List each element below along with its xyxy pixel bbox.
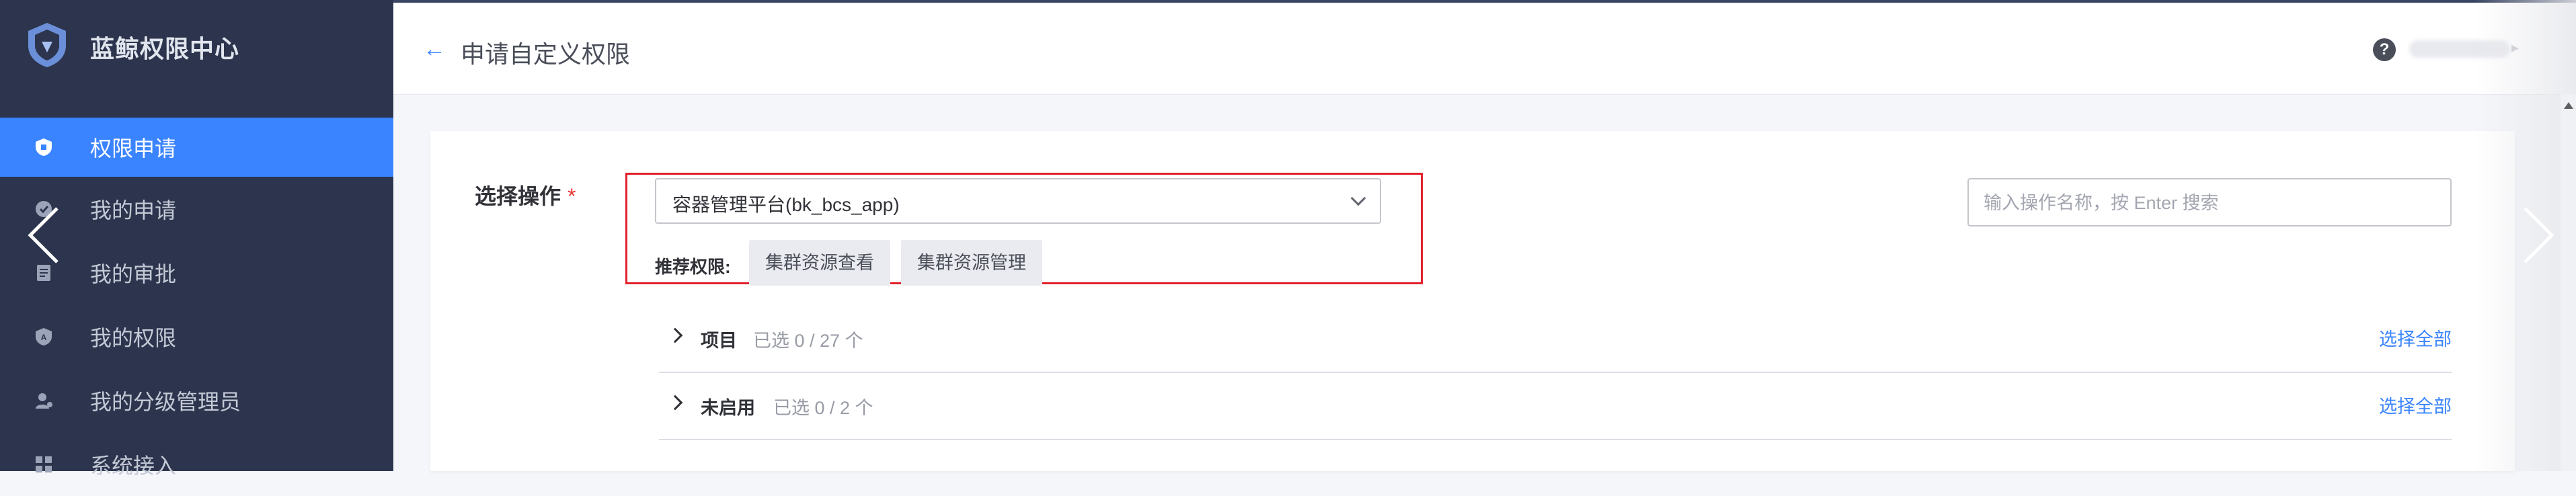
- scroll-up-icon[interactable]: [2564, 102, 2573, 109]
- chevron-right-icon[interactable]: [667, 327, 683, 343]
- operation-label: 选择操作 *: [475, 184, 576, 208]
- page-header: ← 申请自定义权限 ? ▸: [393, 3, 2576, 95]
- search-box[interactable]: [1967, 178, 2452, 226]
- back-arrow-icon[interactable]: ←: [423, 36, 446, 63]
- brand[interactable]: 蓝鲸权限中心: [0, 0, 393, 94]
- svg-text:A: A: [41, 333, 47, 342]
- group-name: 项目: [701, 331, 737, 351]
- page-title: 申请自定义权限: [461, 40, 631, 68]
- system-select-value: 容器管理平台(bk_bcs_app): [672, 194, 900, 215]
- system-select[interactable]: 容器管理平台(bk_bcs_app): [655, 178, 1381, 224]
- shield-logo-icon: [28, 23, 66, 67]
- select-all-link[interactable]: 选择全部: [2379, 392, 2452, 418]
- scrollbar[interactable]: [2561, 94, 2576, 471]
- select-all-link[interactable]: 选择全部: [2379, 325, 2452, 351]
- sidebar-item-my-permission[interactable]: A 我的权限: [0, 304, 393, 368]
- sidebar-item-apply[interactable]: 权限申请: [0, 118, 393, 177]
- sidebar-item-label: 权限申请: [90, 136, 177, 161]
- action-group[interactable]: 项目 已选 0 / 27 个 选择全部: [659, 308, 2452, 373]
- carousel-next-icon[interactable]: [2515, 202, 2562, 269]
- app-title: 蓝鲸权限中心: [90, 35, 240, 63]
- group-name: 未启用: [701, 398, 755, 418]
- sidebar-item-label: 我的申请: [90, 198, 177, 222]
- recommend-tag[interactable]: 集群资源查看: [749, 240, 890, 286]
- system-access-icon: [32, 453, 55, 476]
- my-permission-icon: A: [32, 325, 55, 348]
- recommend-label: 推荐权限:: [655, 257, 731, 277]
- sidebar-item-label: 系统接入: [90, 453, 177, 478]
- help-icon[interactable]: ?: [2373, 38, 2396, 61]
- recommend-tag[interactable]: 集群资源管理: [901, 240, 1042, 286]
- carousel-prev-icon[interactable]: [20, 202, 67, 269]
- required-mark: *: [568, 184, 576, 208]
- group-count: 已选 0 / 2 个: [773, 398, 873, 418]
- apply-form-card: 选择操作 * 容器管理平台(bk_bcs_app) 推荐权限: 集群资源查看 集群…: [430, 131, 2515, 471]
- grade-admin-icon: [32, 389, 55, 412]
- sidebar-item-label: 我的分级管理员: [90, 389, 241, 414]
- search-input[interactable]: [1982, 189, 2429, 217]
- sidebar-item-label: 我的权限: [90, 325, 177, 350]
- chevron-right-icon[interactable]: [667, 395, 683, 411]
- sidebar-item-label: 我的审批: [90, 261, 177, 286]
- action-group[interactable]: 未启用 已选 0 / 2 个 选择全部: [659, 376, 2452, 440]
- chevron-down-icon: [1350, 190, 1366, 206]
- sidebar-nav: 权限申请 我的申请 我的审批 A 我的权限 我的分级管理员 系统接入: [0, 118, 393, 496]
- sidebar-item-system-access[interactable]: 系统接入: [0, 432, 393, 496]
- apply-icon: [32, 136, 55, 159]
- group-count: 已选 0 / 27 个: [753, 331, 863, 351]
- sidebar-item-grade-admin[interactable]: 我的分级管理员: [0, 368, 393, 432]
